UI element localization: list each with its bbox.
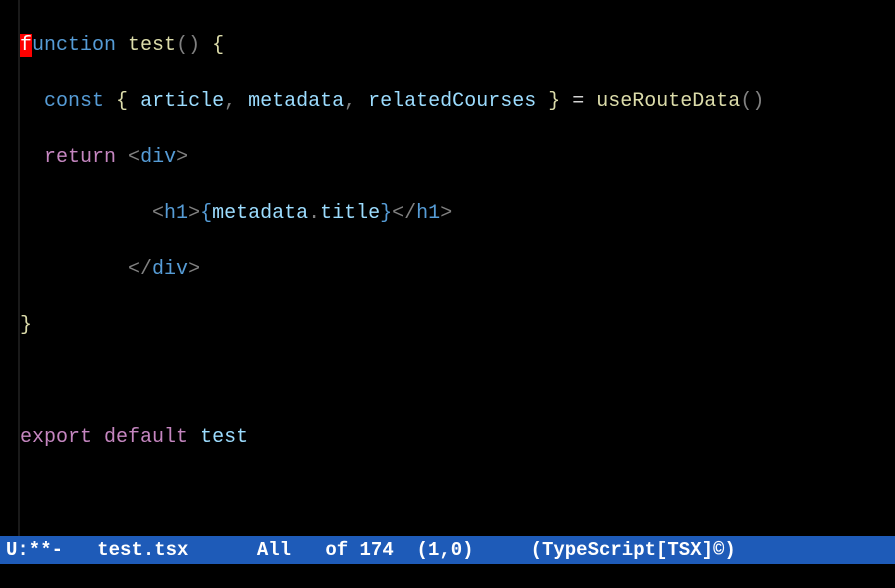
code-content[interactable]: function test() { const { article, metad… <box>20 0 895 536</box>
modeline-of-total: of 174 <box>325 539 393 561</box>
code-line[interactable]: function test() { <box>20 32 895 60</box>
code-line[interactable]: return <div> <box>20 144 895 172</box>
modeline: U:**- test.tsx All of 174 (1,0) (TypeScr… <box>0 536 895 564</box>
modeline-status: U:**- <box>6 539 63 561</box>
minibuffer[interactable] <box>0 564 895 588</box>
modeline-mode: (TypeScript[TSX]©) <box>531 539 736 561</box>
editor-fringe <box>0 0 20 536</box>
text-cursor: f <box>20 34 32 57</box>
code-line[interactable] <box>20 368 895 396</box>
modeline-filename: test.tsx <box>97 539 188 561</box>
editor-area[interactable]: function test() { const { article, metad… <box>0 0 895 536</box>
modeline-position: All <box>257 539 291 561</box>
code-line[interactable]: } <box>20 312 895 340</box>
modeline-coords: (1,0) <box>417 539 474 561</box>
code-line[interactable]: <h1>{metadata.title}</h1> <box>20 200 895 228</box>
code-line[interactable]: </div> <box>20 256 895 284</box>
code-line[interactable]: const { article, metadata, relatedCourse… <box>20 88 895 116</box>
code-line[interactable]: export default test <box>20 424 895 452</box>
